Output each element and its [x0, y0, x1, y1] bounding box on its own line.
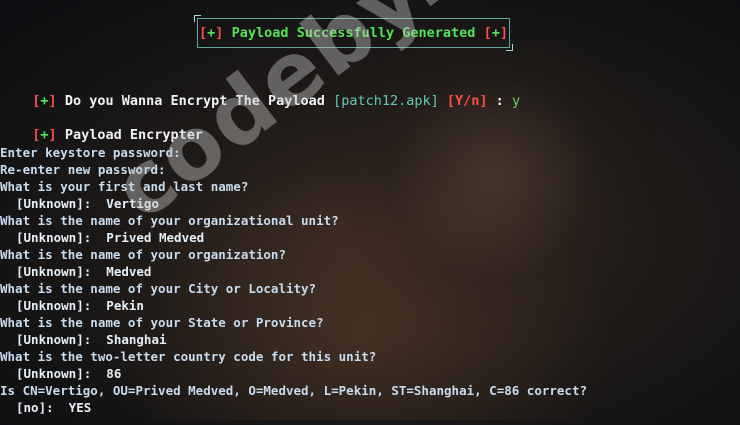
encrypter-label: Payload Encrypter — [64, 127, 203, 143]
prompt-bracket-close: ] — [48, 93, 57, 109]
banner-bracket-close: ] — [215, 25, 224, 41]
prompt-plus: + — [40, 93, 49, 109]
prompt-colon: : — [495, 93, 504, 109]
banner-plus-left: + — [207, 25, 216, 41]
banner-bracket-open-2: [ — [483, 25, 492, 41]
keytool-line: What is the name of your State or Provin… — [0, 315, 324, 330]
banner-plus-right: + — [491, 25, 500, 41]
keytool-answer: [Unknown]: Vertigo — [16, 196, 159, 211]
success-banner: [+] Payload Successfully Generated [+] — [194, 15, 513, 51]
keytool-line: What is the name of your organization? — [0, 247, 286, 262]
banner-bracket-open: [ — [199, 25, 208, 41]
keytool-line: What is the name of your organizational … — [0, 213, 339, 228]
keytool-line: What is the two-letter country code for … — [0, 349, 377, 364]
encrypter-bracket-close: ] — [48, 127, 57, 143]
keytool-answer: [no]: YES — [16, 400, 92, 415]
encrypt-question: Do you Wanna Encrypt The Payload — [64, 93, 325, 109]
keytool-line: Enter keystore password: — [0, 145, 181, 160]
banner-bracket-close-2: ] — [499, 25, 508, 41]
keytool-answer: [Unknown]: Prived Medved — [16, 230, 205, 245]
keytool-line: Re-enter new password: — [0, 162, 166, 177]
keytool-answer: [Unknown]: Shanghai — [16, 332, 167, 347]
keytool-line: Is CN=Vertigo, OU=Prived Medved, O=Medve… — [0, 383, 587, 398]
keytool-answer: [Unknown]: 86 — [16, 366, 122, 381]
keytool-line: What is your first and last name? — [0, 179, 249, 194]
encrypt-prompt-line: [+] Do you Wanna Encrypt The Payload [pa… — [16, 76, 520, 110]
yn-options: [Y/n] — [446, 93, 488, 109]
keytool-answer: [Unknown]: Medved — [16, 264, 152, 279]
keytool-line: What is the name of your City or Localit… — [0, 281, 317, 296]
encrypter-label-line: [+] Payload Encrypter — [16, 110, 203, 144]
encrypter-plus: + — [40, 127, 49, 143]
prompt-answer: y — [511, 93, 521, 109]
apk-filename: [patch12.apk] — [333, 93, 439, 109]
keytool-answer: [Unknown]: Pekin — [16, 298, 144, 313]
banner-text: Payload Successfully Generated — [231, 25, 476, 41]
